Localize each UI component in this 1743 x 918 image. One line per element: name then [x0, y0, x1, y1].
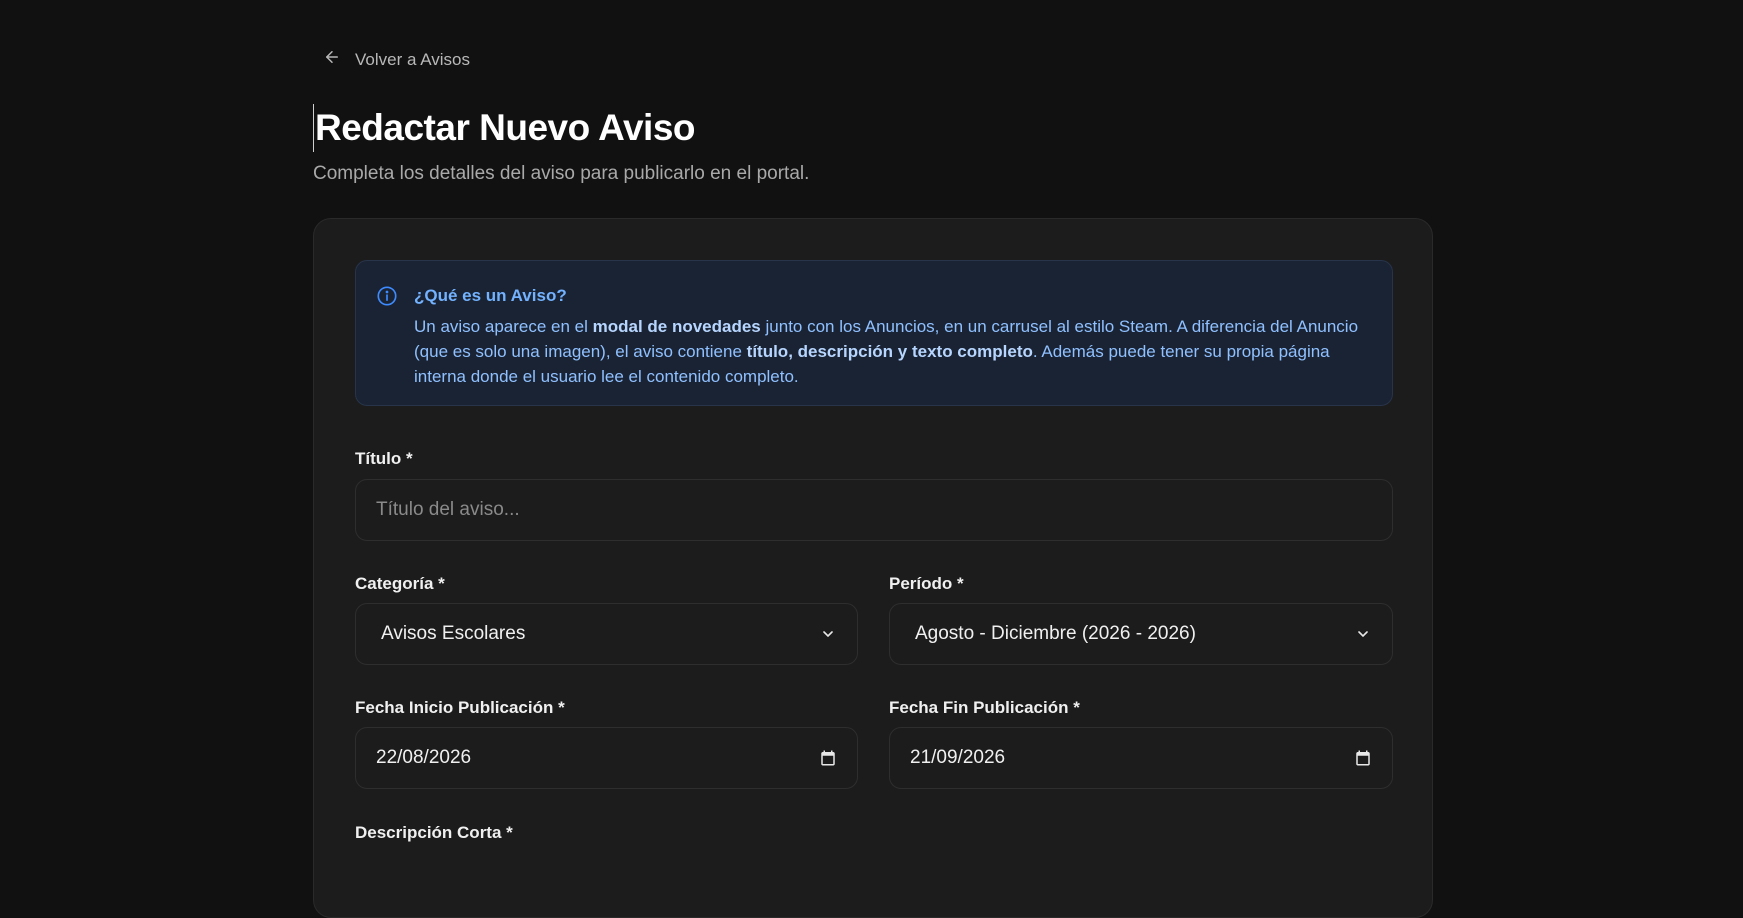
period-select[interactable]: Agosto - Diciembre (2026 - 2026) [889, 603, 1393, 665]
start-date-value: 22/08/2026 [376, 747, 472, 768]
period-selected-value: Agosto - Diciembre (2026 - 2026) [915, 623, 1196, 644]
page-title: Redactar Nuevo Aviso [313, 104, 696, 152]
title-field-container [355, 479, 1393, 541]
end-date-input[interactable]: 21/09/2026 [889, 727, 1393, 789]
form-card: ¿Qué es un Aviso? Un aviso aparece en el… [313, 218, 1433, 918]
category-field-label: Categoría * [355, 574, 445, 593]
back-to-avisos-link[interactable]: Volver a Avisos [323, 48, 470, 71]
info-body-bold-2: título, descripción y texto completo [746, 342, 1033, 361]
info-callout: ¿Qué es un Aviso? Un aviso aparece en el… [355, 260, 1393, 406]
period-field-label: Período * [889, 574, 964, 593]
info-callout-title: ¿Qué es un Aviso? [414, 286, 567, 305]
info-body-text-1: Un aviso aparece en el [414, 317, 593, 336]
end-date-value: 21/09/2026 [910, 747, 1006, 768]
info-callout-body: Un aviso aparece en el modal de novedade… [414, 314, 1374, 389]
back-link-label: Volver a Avisos [355, 49, 470, 69]
category-select[interactable]: Avisos Escolares [355, 603, 858, 665]
info-body-bold-1: modal de novedades [592, 317, 761, 336]
category-selected-value: Avisos Escolares [381, 623, 526, 644]
arrow-left-icon [323, 48, 341, 71]
calendar-icon[interactable] [1354, 749, 1372, 767]
title-field-label: Título * [355, 449, 413, 468]
calendar-icon[interactable] [819, 749, 837, 767]
info-circle-icon [376, 285, 398, 307]
end-date-label: Fecha Fin Publicación * [889, 698, 1080, 717]
page-subtitle: Completa los detalles del aviso para pub… [313, 163, 810, 184]
short-description-label: Descripción Corta * [355, 823, 513, 842]
chevron-down-icon [1354, 625, 1372, 643]
start-date-label: Fecha Inicio Publicación * [355, 698, 565, 717]
start-date-input[interactable]: 22/08/2026 [355, 727, 858, 789]
chevron-down-icon [819, 625, 837, 643]
title-input[interactable] [376, 499, 1372, 521]
page-container: Volver a Avisos Redactar Nuevo Aviso Com… [313, 0, 1433, 918]
